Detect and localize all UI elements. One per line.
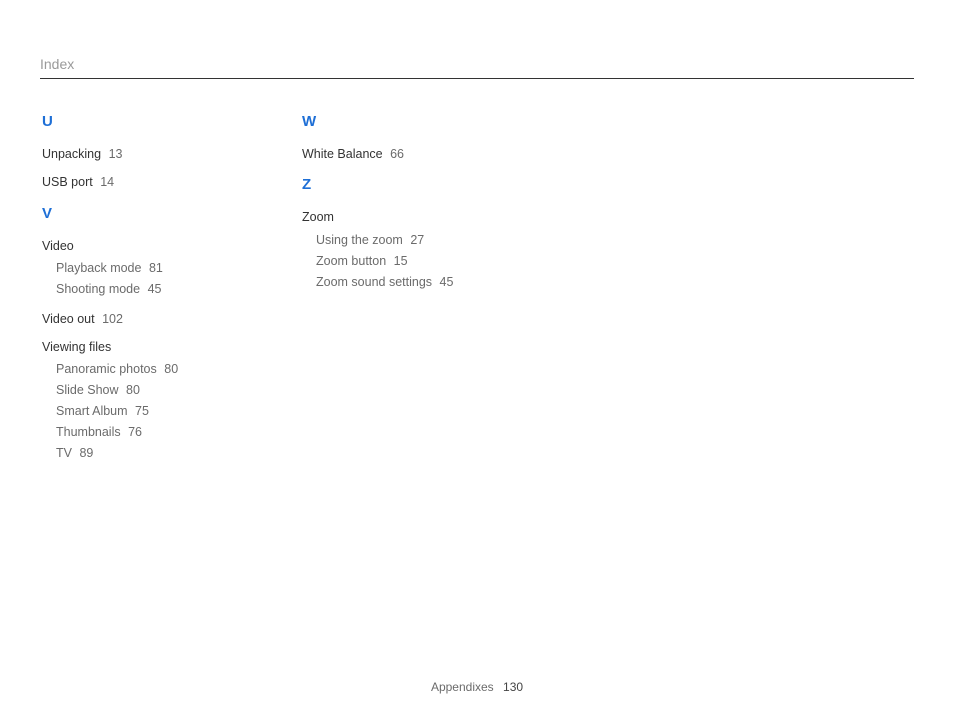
index-subentry: Thumbnails 76 xyxy=(56,422,232,442)
page: Index U Unpacking 13 USB port 14 V Video… xyxy=(0,0,954,720)
index-page: 45 xyxy=(440,275,454,289)
index-subentry: Zoom button 15 xyxy=(316,251,492,271)
index-subentry: Using the zoom 27 xyxy=(316,230,492,250)
index-entry-viewing-files: Viewing files xyxy=(42,339,232,355)
index-page: 81 xyxy=(149,261,163,275)
index-entry-video-out: Video out 102 xyxy=(42,311,232,327)
index-entry-white-balance: White Balance 66 xyxy=(302,146,492,162)
index-page: 102 xyxy=(102,312,123,326)
index-term: Thumbnails xyxy=(56,425,121,439)
index-page: 75 xyxy=(135,404,149,418)
index-columns: U Unpacking 13 USB port 14 V Video Playb… xyxy=(40,113,914,475)
index-term: Viewing files xyxy=(42,340,111,354)
index-page: 80 xyxy=(164,362,178,376)
index-term: TV xyxy=(56,446,72,460)
index-page: 89 xyxy=(79,446,93,460)
index-column-2: W White Balance 66 Z Zoom Using the zoom… xyxy=(302,113,492,475)
index-entry-video: Video xyxy=(42,238,232,254)
index-letter-v: V xyxy=(42,205,232,222)
index-subentry: TV 89 xyxy=(56,443,232,463)
index-term: Smart Album xyxy=(56,404,128,418)
index-subentry: Panoramic photos 80 xyxy=(56,359,232,379)
index-page: 45 xyxy=(148,282,162,296)
page-footer: Appendixes 130 xyxy=(0,680,954,694)
footer-section: Appendixes xyxy=(431,680,494,694)
index-subentries-viewing-files: Panoramic photos 80 Slide Show 80 Smart … xyxy=(42,359,232,463)
index-term: Video out xyxy=(42,312,95,326)
index-subentry: Slide Show 80 xyxy=(56,380,232,400)
index-entry-zoom: Zoom xyxy=(302,209,492,225)
index-letter-w: W xyxy=(302,113,492,130)
index-column-1: U Unpacking 13 USB port 14 V Video Playb… xyxy=(42,113,232,475)
index-term: USB port xyxy=(42,175,93,189)
index-term: Zoom button xyxy=(316,254,386,268)
index-letter-u: U xyxy=(42,113,232,130)
index-page: 15 xyxy=(394,254,408,268)
index-entry-usb-port: USB port 14 xyxy=(42,174,232,190)
index-subentry: Smart Album 75 xyxy=(56,401,232,421)
page-header: Index xyxy=(40,56,914,79)
index-entry-unpacking: Unpacking 13 xyxy=(42,146,232,162)
index-letter-z: Z xyxy=(302,176,492,193)
index-subentry: Shooting mode 45 xyxy=(56,279,232,299)
index-term: Zoom sound settings xyxy=(316,275,432,289)
index-term: Shooting mode xyxy=(56,282,140,296)
index-page: 13 xyxy=(109,147,123,161)
index-page: 76 xyxy=(128,425,142,439)
index-page: 66 xyxy=(390,147,404,161)
index-term: Zoom xyxy=(302,210,334,224)
index-subentry: Playback mode 81 xyxy=(56,258,232,278)
index-subentries-video: Playback mode 81 Shooting mode 45 xyxy=(42,258,232,299)
index-page: 80 xyxy=(126,383,140,397)
index-term: Using the zoom xyxy=(316,233,403,247)
index-term: Playback mode xyxy=(56,261,141,275)
index-page: 27 xyxy=(410,233,424,247)
index-term: Video xyxy=(42,239,74,253)
index-term: White Balance xyxy=(302,147,383,161)
index-term: Slide Show xyxy=(56,383,119,397)
index-term: Panoramic photos xyxy=(56,362,157,376)
index-page: 14 xyxy=(100,175,114,189)
index-subentry: Zoom sound settings 45 xyxy=(316,272,492,292)
index-term: Unpacking xyxy=(42,147,101,161)
index-subentries-zoom: Using the zoom 27 Zoom button 15 Zoom so… xyxy=(302,230,492,292)
footer-page-number: 130 xyxy=(503,680,523,694)
